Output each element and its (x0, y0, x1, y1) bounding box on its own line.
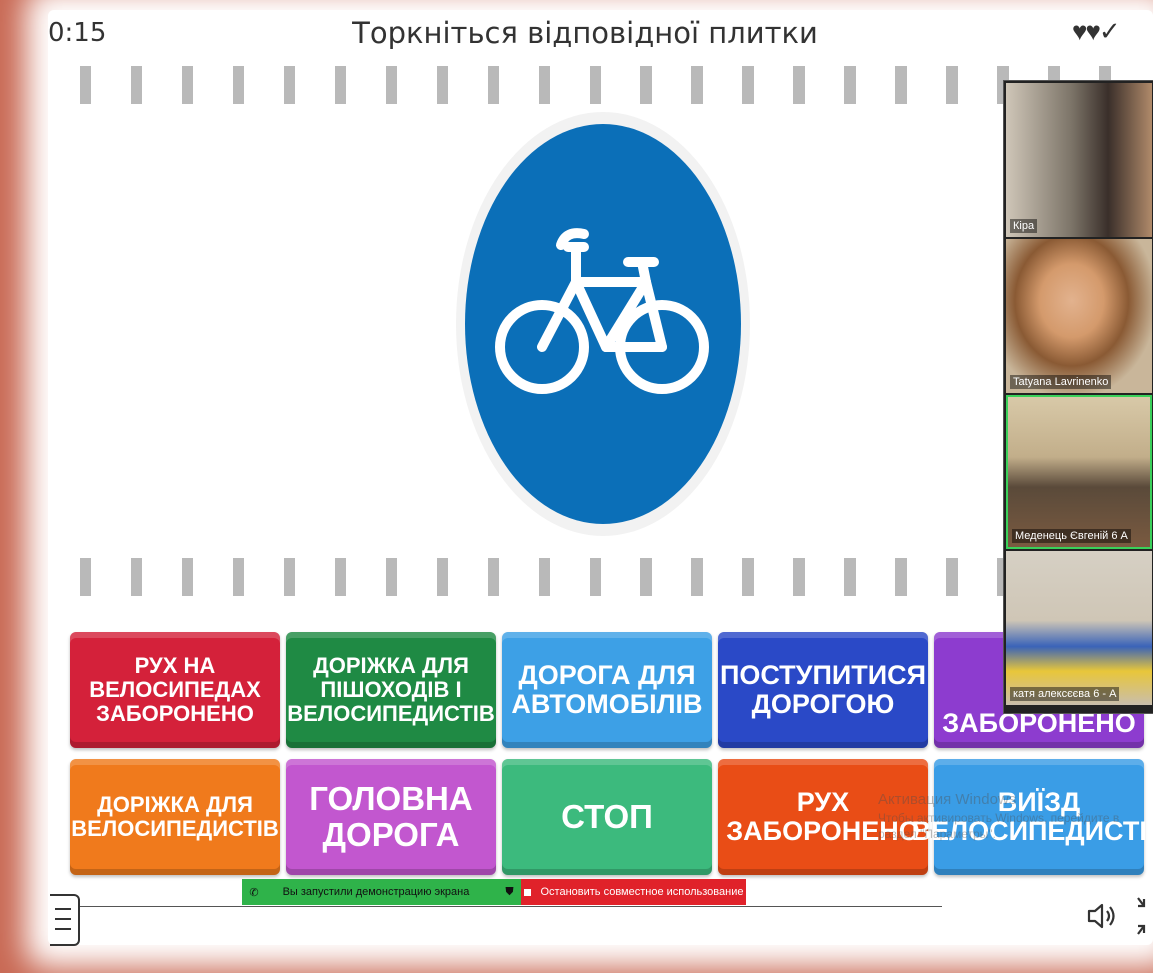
film-strip-dash (844, 66, 856, 104)
film-strip-dash (742, 558, 754, 596)
film-strip-dash (742, 66, 754, 104)
instruction-title: Торкніться відповідної плитки (352, 16, 818, 50)
film-strip-dash (80, 558, 92, 596)
film-strip-dash (283, 66, 296, 104)
participant-name: Меденець Євгеній 6 А (1012, 529, 1131, 543)
film-strip-dash (130, 66, 143, 104)
film-strip-bottom (80, 558, 1150, 596)
film-strip-dash (640, 66, 652, 104)
film-strip-dash (334, 558, 347, 596)
participant-name: Кіра (1010, 219, 1038, 233)
film-strip-dash (334, 66, 347, 104)
film-strip-dash (793, 66, 805, 104)
film-strip-dash (283, 558, 296, 596)
film-strip-dash (844, 558, 856, 596)
film-strip-dash (181, 558, 194, 596)
screen-share-status[interactable]: ✆ Вы запустили демонстрацию экрана ⛊ (242, 879, 521, 905)
shield-icon: ⛊ (505, 885, 514, 898)
watermark-line: раздел "Параметры". (878, 827, 996, 842)
participant-name: Tatyana Lavrinenko (1010, 375, 1112, 389)
answer-tile-label: ПОСТУПИТИСЯ ДОРОГОЮ (719, 659, 927, 719)
progress-line (80, 906, 942, 907)
answer-tile-label: ГОЛОВНА ДОРОГА (309, 780, 473, 853)
film-strip-dash (895, 558, 907, 596)
film-strip-dash (538, 66, 551, 104)
participant-video[interactable]: Tatyana Lavrinenko (1006, 239, 1152, 393)
stop-share-button[interactable]: Остановить совместное использование (521, 879, 746, 905)
participant-video[interactable]: катя алексєєва 6 - А (1006, 551, 1152, 705)
film-strip-dash (385, 66, 398, 104)
film-strip-dash (589, 558, 601, 596)
film-strip-dash (946, 558, 958, 596)
participant-name: катя алексєєва 6 - А (1010, 687, 1120, 701)
film-strip-dash (487, 66, 500, 104)
answer-tile-label: ДОРОГА ДЛЯ АВТОМОБІЛІВ (511, 659, 703, 719)
film-strip-dash (130, 558, 143, 596)
film-strip-dash (80, 66, 92, 104)
answer-tile[interactable]: ДОРОГА ДЛЯ АВТОМОБІЛІВ (502, 632, 712, 748)
answer-tile-label: РУХ НА ВЕЛОСИПЕДАХ ЗАБОРОНЕНО (89, 653, 261, 726)
bicycle-icon (456, 112, 750, 536)
speaker-icon[interactable] (1086, 900, 1118, 932)
answer-tile[interactable]: ГОЛОВНА ДОРОГА (286, 759, 496, 875)
film-strip-dash (181, 66, 194, 104)
timer: 0:15 (48, 18, 107, 48)
windows-activation-watermark: Активация Windows Чтобы активировать Win… (878, 790, 1119, 843)
film-strip-dash (946, 66, 958, 104)
film-strip-dash (895, 66, 907, 104)
exit-fullscreen-icon[interactable] (1134, 896, 1153, 936)
screen-share-status-text: Вы запустили демонстрацию экрана (282, 886, 470, 898)
film-strip-dash (691, 558, 703, 596)
stop-share-label: Остановить совместное использование (540, 886, 744, 898)
answer-tile[interactable]: ДОРІЖКА ДЛЯ ПІШОХОДІВ І ВЕЛОСИПЕДИСТІВ (286, 632, 496, 748)
stop-icon (523, 888, 531, 896)
answer-tile[interactable]: РУХ НА ВЕЛОСИПЕДАХ ЗАБОРОНЕНО (70, 632, 280, 748)
video-participants-panel: Кіра Tatyana Lavrinenko Меденець Євгеній… (1003, 80, 1153, 714)
film-strip-dash (385, 558, 398, 596)
answer-tile[interactable]: СТОП (502, 759, 712, 875)
watermark-line: Активация Windows (878, 791, 1017, 808)
film-strip-dash (487, 558, 500, 596)
film-strip-dash (538, 558, 551, 596)
answer-tile[interactable]: ДОРІЖКА ДЛЯ ВЕЛОСИПЕДИСТІВ (70, 759, 280, 875)
film-strip-dash (232, 558, 245, 596)
film-strip-dash (436, 66, 449, 104)
film-strip-dash (640, 558, 652, 596)
film-strip-dash (436, 558, 449, 596)
answer-tile-label: СТОП (561, 798, 653, 836)
participant-video-active[interactable]: Меденець Євгеній 6 А (1006, 395, 1152, 549)
answer-tile[interactable]: ПОСТУПИТИСЯ ДОРОГОЮ (718, 632, 928, 748)
participant-video[interactable]: Кіра (1006, 83, 1152, 237)
film-strip-dash (691, 66, 703, 104)
answer-tile-label: ДОРІЖКА ДЛЯ ВЕЛОСИПЕДИСТІВ (71, 792, 279, 841)
film-strip-dash (232, 66, 245, 104)
film-strip-dash (589, 66, 601, 104)
answer-tile-label: ДОРІЖКА ДЛЯ ПІШОХОДІВ І ВЕЛОСИПЕДИСТІВ (287, 653, 495, 726)
watermark-line: Чтобы активировать Windows, перейдите в (878, 811, 1120, 826)
film-strip-dash (793, 558, 805, 596)
phone-icon: ✆ (249, 886, 259, 899)
lives-indicator: ♥♥✓ (1072, 16, 1121, 46)
menu-icon[interactable] (50, 894, 80, 946)
film-strip-top (80, 66, 1150, 104)
